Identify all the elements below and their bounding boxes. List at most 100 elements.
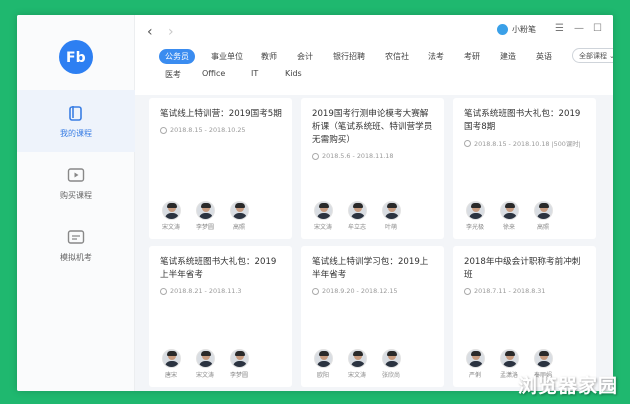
- tab-category[interactable]: 银行招聘: [327, 49, 371, 64]
- course-date-text: 2018.5.6 - 2018.11.18: [322, 152, 394, 160]
- tab-category[interactable]: 考研: [458, 49, 486, 64]
- tab-category[interactable]: 会计: [291, 49, 319, 64]
- avatar: [313, 349, 333, 368]
- clock-icon: [464, 140, 471, 147]
- avatar: [533, 201, 553, 220]
- teacher-name: 李光极: [465, 224, 484, 231]
- clock-icon: [312, 152, 319, 160]
- course-title: 笔试线上特训营：2019国考5期: [160, 109, 282, 119]
- tab-category[interactable]: Office: [196, 67, 231, 80]
- course-card[interactable]: 笔试线上特训学习包：2019上半年省考 2018.9.20 - 2018.12.…: [301, 246, 444, 387]
- tab-category[interactable]: 农信社: [379, 49, 415, 64]
- teacher: 李光极: [463, 201, 487, 231]
- course-date-text: 2018.9.20 - 2018.12.15: [322, 287, 398, 295]
- teacher-name: 张欣尚: [381, 372, 400, 379]
- avatar: [533, 349, 553, 368]
- brand-icon: [497, 24, 508, 35]
- teacher-name: 欧阳: [316, 372, 329, 379]
- course-card[interactable]: 笔试线上特训营：2019国考5期 2018.8.15 - 2018.10.25 …: [149, 98, 292, 239]
- course-card[interactable]: 笔试系统班图书大礼包：2019上半年省考 2018.8.21 - 2018.11…: [149, 246, 292, 387]
- avatar: [499, 201, 519, 220]
- tab-category[interactable]: Kids: [279, 67, 308, 80]
- teacher: 唐宋: [159, 349, 183, 379]
- teacher: 宋文涛: [345, 349, 369, 379]
- tab-category[interactable]: 医考: [159, 67, 187, 82]
- sidebar-item-label: 模拟机考: [60, 253, 92, 262]
- sidebar-item-buy-courses[interactable]: 购买课程: [17, 152, 135, 214]
- app-logo: Fb: [59, 40, 93, 74]
- teacher-name: 宋文涛: [313, 224, 332, 231]
- course-card[interactable]: 2018年中级会计职称考前冲刺班 2018.7.11 - 2018.8.31 严…: [453, 246, 596, 387]
- course-title: 笔试系统班图书大礼包：2019国考8期: [464, 109, 581, 132]
- avatar: [381, 349, 401, 368]
- avatar: [195, 201, 215, 220]
- avatar: [465, 201, 485, 220]
- sidebar-item-label: 购买课程: [60, 191, 92, 200]
- tab-category[interactable]: 建造: [494, 49, 522, 64]
- tab-category[interactable]: 公务员: [159, 49, 195, 64]
- teacher-name: 严俐: [468, 372, 481, 379]
- teacher-name: 牟立志: [347, 224, 366, 231]
- sidebar-item-label: 我的课程: [60, 129, 92, 138]
- avatar: [313, 201, 333, 220]
- course-date-text: 2018.7.11 - 2018.8.31: [474, 287, 546, 295]
- tab-category[interactable]: 教师: [255, 49, 283, 64]
- all-courses-label: 全部课程: [579, 51, 607, 60]
- course-date: 2018.5.6 - 2018.11.18: [312, 152, 434, 160]
- teacher-name: 李梦圆: [229, 372, 248, 379]
- tab-category[interactable]: IT: [245, 67, 264, 80]
- teacher: 徐来: [497, 201, 521, 231]
- chevron-down-icon: ⌄: [609, 51, 613, 60]
- avatar: [195, 349, 215, 368]
- app-window: Fb 我的课程 购买课程 模拟机考 ‹ › 小粉笔 ☰ — ☐ 公务员 事业单位…: [17, 15, 613, 391]
- teacher-name: 孟潇洛: [499, 372, 518, 379]
- sidebar-item-mock-exam[interactable]: 模拟机考: [17, 214, 135, 276]
- teacher-list: 宋文涛 李梦圆 高照: [159, 201, 282, 231]
- teacher: 欧阳: [311, 349, 335, 379]
- maximize-icon[interactable]: ☐: [593, 23, 602, 34]
- teacher-name: 宋文涛: [347, 372, 366, 379]
- all-courses-dropdown[interactable]: 全部课程 ⌄: [572, 48, 613, 63]
- course-date-text: 2018.8.21 - 2018.11.3: [170, 287, 242, 295]
- course-date: 2018.8.21 - 2018.11.3: [160, 287, 282, 295]
- teacher: 宋文涛: [159, 201, 183, 231]
- logo-icon: Fb: [66, 50, 86, 65]
- close-icon[interactable]: ✕: [612, 23, 613, 34]
- menu-icon[interactable]: ☰: [555, 23, 564, 34]
- tab-category[interactable]: 事业单位: [205, 49, 249, 64]
- tab-category[interactable]: 英语: [530, 49, 558, 64]
- course-date: 2018.8.15 - 2018.10.25: [160, 126, 282, 134]
- avatar: [381, 201, 401, 220]
- course-card[interactable]: 笔试系统班图书大礼包：2019国考8期 2018.8.15 - 2018.10.…: [453, 98, 596, 239]
- sidebar-item-my-courses[interactable]: 我的课程: [17, 90, 135, 152]
- course-date-text: 2018.8.15 - 2018.10.18 |500课时|: [474, 140, 581, 148]
- teacher-list: 唐宋 宋文涛 李梦圆: [159, 349, 282, 379]
- clock-icon: [160, 126, 167, 134]
- teacher-name: 叶萌: [384, 224, 397, 231]
- course-card[interactable]: 2019国考行测申论模考大赛解析课（笔试系统班、特训营学员无需购买） 2018.…: [301, 98, 444, 239]
- teacher: 李梦圆: [227, 349, 251, 379]
- book-icon: [69, 106, 82, 121]
- clock-icon: [312, 287, 319, 295]
- teacher-name: 宋文涛: [161, 224, 180, 231]
- course-title: 笔试线上特训学习包：2019上半年省考: [312, 257, 429, 280]
- main-content: ‹ › 小粉笔 ☰ — ☐ ✕ 公务员 事业单位 教师 会计 银行招聘 农信社 …: [135, 15, 613, 391]
- teacher: 高照: [531, 201, 555, 231]
- course-title: 笔试系统班图书大礼包：2019上半年省考: [160, 257, 277, 280]
- minimize-icon[interactable]: —: [574, 23, 584, 34]
- logo-text: Fb: [66, 50, 86, 65]
- teacher-list: 李光极 徐来 高照: [463, 201, 586, 231]
- tab-category[interactable]: 法考: [422, 49, 450, 64]
- forward-button[interactable]: ›: [168, 24, 174, 40]
- back-button[interactable]: ‹: [147, 24, 153, 40]
- teacher-list: 欧阳 宋文涛 张欣尚: [311, 349, 434, 379]
- exam-icon: [67, 230, 85, 244]
- sidebar: Fb 我的课程 购买课程 模拟机考: [17, 15, 135, 391]
- course-date-text: 2018.8.15 - 2018.10.25: [170, 126, 246, 134]
- teacher: 张欣尚: [379, 349, 403, 379]
- clock-icon: [464, 287, 471, 295]
- play-icon: [67, 168, 85, 182]
- avatar: [161, 349, 181, 368]
- teacher-list: 宋文涛 牟立志 叶萌: [311, 201, 434, 231]
- teacher-name: 徐来: [502, 224, 515, 231]
